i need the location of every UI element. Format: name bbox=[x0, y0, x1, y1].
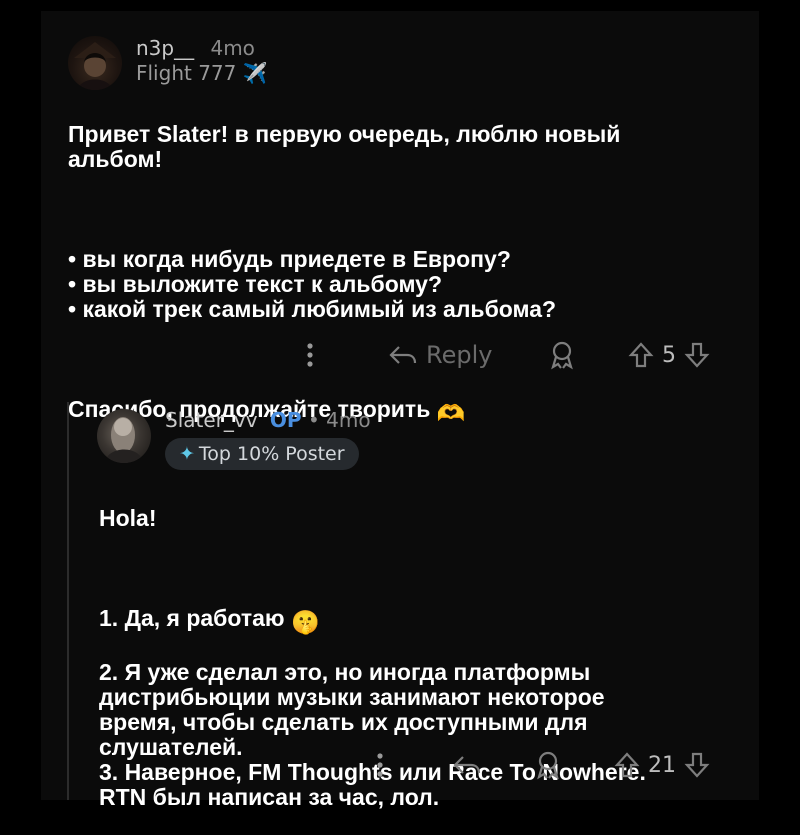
more-options-icon[interactable] bbox=[374, 745, 386, 785]
reply-icon[interactable] bbox=[452, 745, 482, 785]
reply-icon bbox=[389, 346, 417, 364]
badge-label: Top 10% Poster bbox=[198, 443, 345, 465]
comment-actions: Reply 5 bbox=[300, 335, 740, 375]
vote-controls: 21 bbox=[614, 745, 710, 785]
award-icon[interactable] bbox=[534, 745, 562, 785]
op-badge: OP bbox=[269, 408, 302, 432]
comment-header: n3p__ 4mo bbox=[136, 36, 255, 60]
gem-icon: ✦ bbox=[179, 443, 195, 465]
answer-line: 1. Да, я работаю bbox=[99, 605, 285, 631]
comment-paragraph: Привет Slater! в первую очередь, люблю н… bbox=[68, 121, 621, 172]
username[interactable]: n3p__ bbox=[136, 36, 194, 60]
upvote-icon[interactable] bbox=[614, 751, 640, 779]
comment-paragraph: 2. Я уже сделал это, но иногда платформы… bbox=[99, 659, 646, 810]
comment-actions: 21 bbox=[360, 745, 740, 785]
top-poster-badge: ✦ Top 10% Poster bbox=[165, 438, 359, 470]
comment-paragraph: Hola! bbox=[99, 505, 157, 531]
shushing-face-emoji: 🤫 bbox=[290, 609, 320, 635]
comment-age: 4mo bbox=[326, 408, 371, 432]
username[interactable]: Slater_vv bbox=[165, 408, 258, 432]
vote-score: 5 bbox=[662, 342, 676, 368]
user-avatar[interactable] bbox=[97, 409, 151, 463]
upvote-icon[interactable] bbox=[628, 341, 654, 369]
comment-body: Привет Slater! в первую очередь, люблю н… bbox=[68, 97, 728, 451]
reply-button[interactable]: Reply bbox=[388, 335, 492, 375]
separator-dot: • bbox=[307, 408, 320, 432]
award-icon[interactable] bbox=[548, 335, 576, 375]
comment-header: Slater_vv OP • 4mo bbox=[165, 408, 371, 432]
comment-paragraph: 1. Да, я работаю 🤫 bbox=[99, 606, 739, 635]
comment-paragraph: • вы когда нибудь приедете в Европу? • в… bbox=[68, 246, 557, 322]
thread-line[interactable] bbox=[67, 402, 69, 800]
more-options-icon[interactable] bbox=[304, 335, 316, 375]
vote-score: 21 bbox=[648, 752, 676, 778]
downvote-icon[interactable] bbox=[684, 341, 710, 369]
user-avatar[interactable] bbox=[68, 36, 122, 90]
reply-label: Reply bbox=[426, 341, 493, 369]
user-flair: Flight 777 ✈️ bbox=[136, 61, 268, 85]
comment-age: 4mo bbox=[210, 36, 255, 60]
downvote-icon[interactable] bbox=[684, 751, 710, 779]
vote-controls: 5 bbox=[628, 335, 710, 375]
heart-hands-emoji: 🫶 bbox=[436, 400, 466, 426]
